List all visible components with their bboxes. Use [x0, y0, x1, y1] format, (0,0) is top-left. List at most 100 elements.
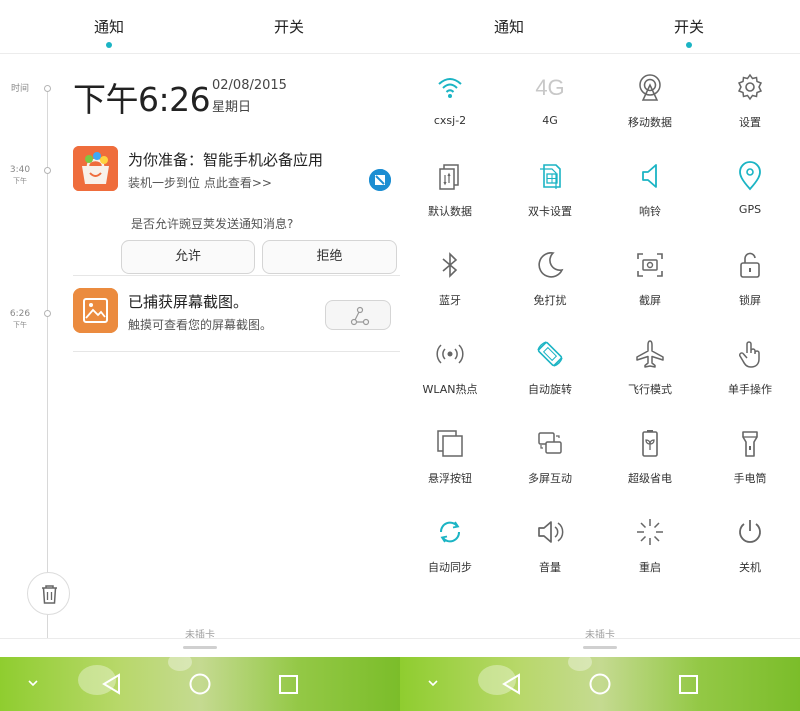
toggle-battery-saver[interactable]: 超级省电 [600, 428, 700, 508]
home-icon[interactable] [189, 673, 211, 695]
drag-handle[interactable] [583, 646, 617, 649]
floating-button-icon [435, 428, 465, 458]
4g-icon: 4G [535, 72, 565, 102]
power-icon [735, 517, 765, 547]
toggle-moon[interactable]: 免打扰 [500, 250, 600, 330]
toggle-multiscreen[interactable]: 多屏互动 [500, 428, 600, 508]
tab-bar: 通知 开关 [0, 0, 400, 54]
share-button[interactable] [325, 300, 391, 330]
speaker-icon [635, 161, 665, 191]
back-icon[interactable] [502, 673, 520, 695]
hotspot-icon [435, 339, 465, 369]
sync-icon [435, 517, 465, 547]
toggle-floating-button[interactable]: 悬浮按钮 [400, 428, 500, 508]
toggle-wifi[interactable]: cxsj-2 [400, 72, 500, 152]
chevron-down-icon[interactable] [28, 680, 38, 687]
toggle-auto-rotate[interactable]: 自动旋转 [500, 339, 600, 419]
toggle-mobile-data[interactable]: 移动数据 [600, 72, 700, 152]
timeline-label: 3:40 下午 [0, 165, 40, 187]
screenshot-app-icon [73, 288, 118, 333]
gear-icon [735, 72, 765, 102]
toggle-hotspot[interactable]: WLAN热点 [400, 339, 500, 419]
tab-label: 通知 [493, 18, 524, 36]
toggle-label: 飞行模式 [628, 383, 672, 396]
trash-icon [42, 585, 57, 604]
toggle-label: 超级省电 [628, 472, 672, 485]
deny-button[interactable]: 拒绝 [262, 240, 397, 274]
tab-toggles[interactable]: 开关 [239, 16, 339, 37]
toggle-label: 多屏互动 [528, 472, 572, 485]
toggle-gear[interactable]: 设置 [700, 72, 800, 152]
notification-title: 已捕获屏幕截图。 [128, 293, 249, 311]
volume-icon [535, 517, 565, 547]
toggle-label: 免打扰 [533, 294, 567, 307]
toggle-restart[interactable]: 重启 [600, 517, 700, 597]
mobile-data-icon [635, 72, 665, 102]
navigation-bar [400, 653, 800, 711]
tab-label: 开关 [673, 18, 704, 36]
back-icon[interactable] [102, 673, 120, 695]
toggle-label: cxsj-2 [433, 114, 467, 127]
moon-icon [535, 250, 565, 280]
tab-notifications[interactable]: 通知 [459, 16, 559, 37]
toggle-label: 设置 [739, 116, 761, 129]
toggle-lock[interactable]: 锁屏 [700, 250, 800, 330]
dual-sim-icon [535, 161, 565, 191]
lock-icon [735, 250, 765, 280]
allow-button[interactable]: 允许 [121, 240, 255, 274]
toggle-4g[interactable]: 4G 4G [500, 72, 600, 152]
toggle-default-data[interactable]: 默认数据 [400, 161, 500, 241]
toggle-label: 双卡设置 [528, 205, 572, 218]
timeline-label: 6:26 下午 [0, 309, 40, 331]
toggle-label: 自动同步 [428, 561, 472, 574]
timeline-label-time: 时间 [10, 84, 29, 94]
toggle-speaker[interactable]: 响铃 [600, 161, 700, 241]
wifi-icon [435, 72, 465, 102]
toggle-bluetooth[interactable]: 蓝牙 [400, 250, 500, 330]
active-tab-indicator [106, 42, 112, 48]
toggle-label: GPS [738, 203, 762, 216]
toggle-label: 关机 [739, 561, 761, 574]
screenshot-icon [635, 250, 665, 280]
toggle-volume[interactable]: 音量 [500, 517, 600, 597]
toggle-airplane[interactable]: 飞行模式 [600, 339, 700, 419]
toggle-hand[interactable]: 单手操作 [700, 339, 800, 419]
battery-saver-icon [635, 428, 665, 458]
notification-permission-question: 是否允许豌豆荚发送通知消息? [131, 217, 294, 231]
recents-icon[interactable] [279, 675, 298, 694]
toggle-label: 单手操作 [728, 383, 772, 396]
toggle-label: 蓝牙 [439, 294, 461, 307]
flashlight-icon [735, 428, 765, 458]
toggle-sync[interactable]: 自动同步 [400, 517, 500, 597]
toggle-label: 默认数据 [428, 205, 472, 218]
toggle-label: 锁屏 [739, 294, 761, 307]
timeline-period: 下午 [13, 321, 27, 329]
notification-card[interactable]: 为你准备：智能手机必备应用 装机一步到位 点此查看>> 是否允许豌豆荚发送通知消… [73, 146, 400, 276]
active-tab-indicator [686, 42, 692, 48]
drag-handle[interactable] [183, 646, 217, 649]
clear-notifications-button[interactable] [27, 572, 70, 615]
app-badge-icon [369, 169, 391, 191]
toggle-label: 移动数据 [628, 116, 672, 129]
toggle-flashlight[interactable]: 手电筒 [700, 428, 800, 508]
toggle-dual-sim[interactable]: 双卡设置 [500, 161, 600, 241]
timeline-period: 下午 [13, 177, 27, 185]
tab-label: 通知 [93, 18, 124, 36]
multiscreen-icon [535, 428, 565, 458]
notification-card[interactable]: 已捕获屏幕截图。 触摸可查看您的屏幕截图。 [73, 288, 400, 352]
toggle-power[interactable]: 关机 [700, 517, 800, 597]
toggle-screenshot[interactable]: 截屏 [600, 250, 700, 330]
tab-toggles[interactable]: 开关 [639, 16, 739, 48]
chevron-down-icon[interactable] [428, 680, 438, 687]
notification-panel: 通知 开关 时间 3:40 下午 6:26 下午 下午6:26 02/08/20… [0, 0, 400, 711]
timeline-dot [44, 167, 51, 174]
home-icon[interactable] [589, 673, 611, 695]
tab-bar: 通知 开关 [400, 0, 800, 54]
restart-icon [635, 517, 665, 547]
toggle-label: 重启 [639, 561, 661, 574]
toggle-location-pin[interactable]: GPS [700, 161, 800, 241]
recents-icon[interactable] [679, 675, 698, 694]
clock-time: 下午6:26 [73, 80, 211, 119]
tab-notifications[interactable]: 通知 [59, 16, 159, 48]
notification-text: 装机一步到位 点此查看>> [128, 176, 272, 190]
